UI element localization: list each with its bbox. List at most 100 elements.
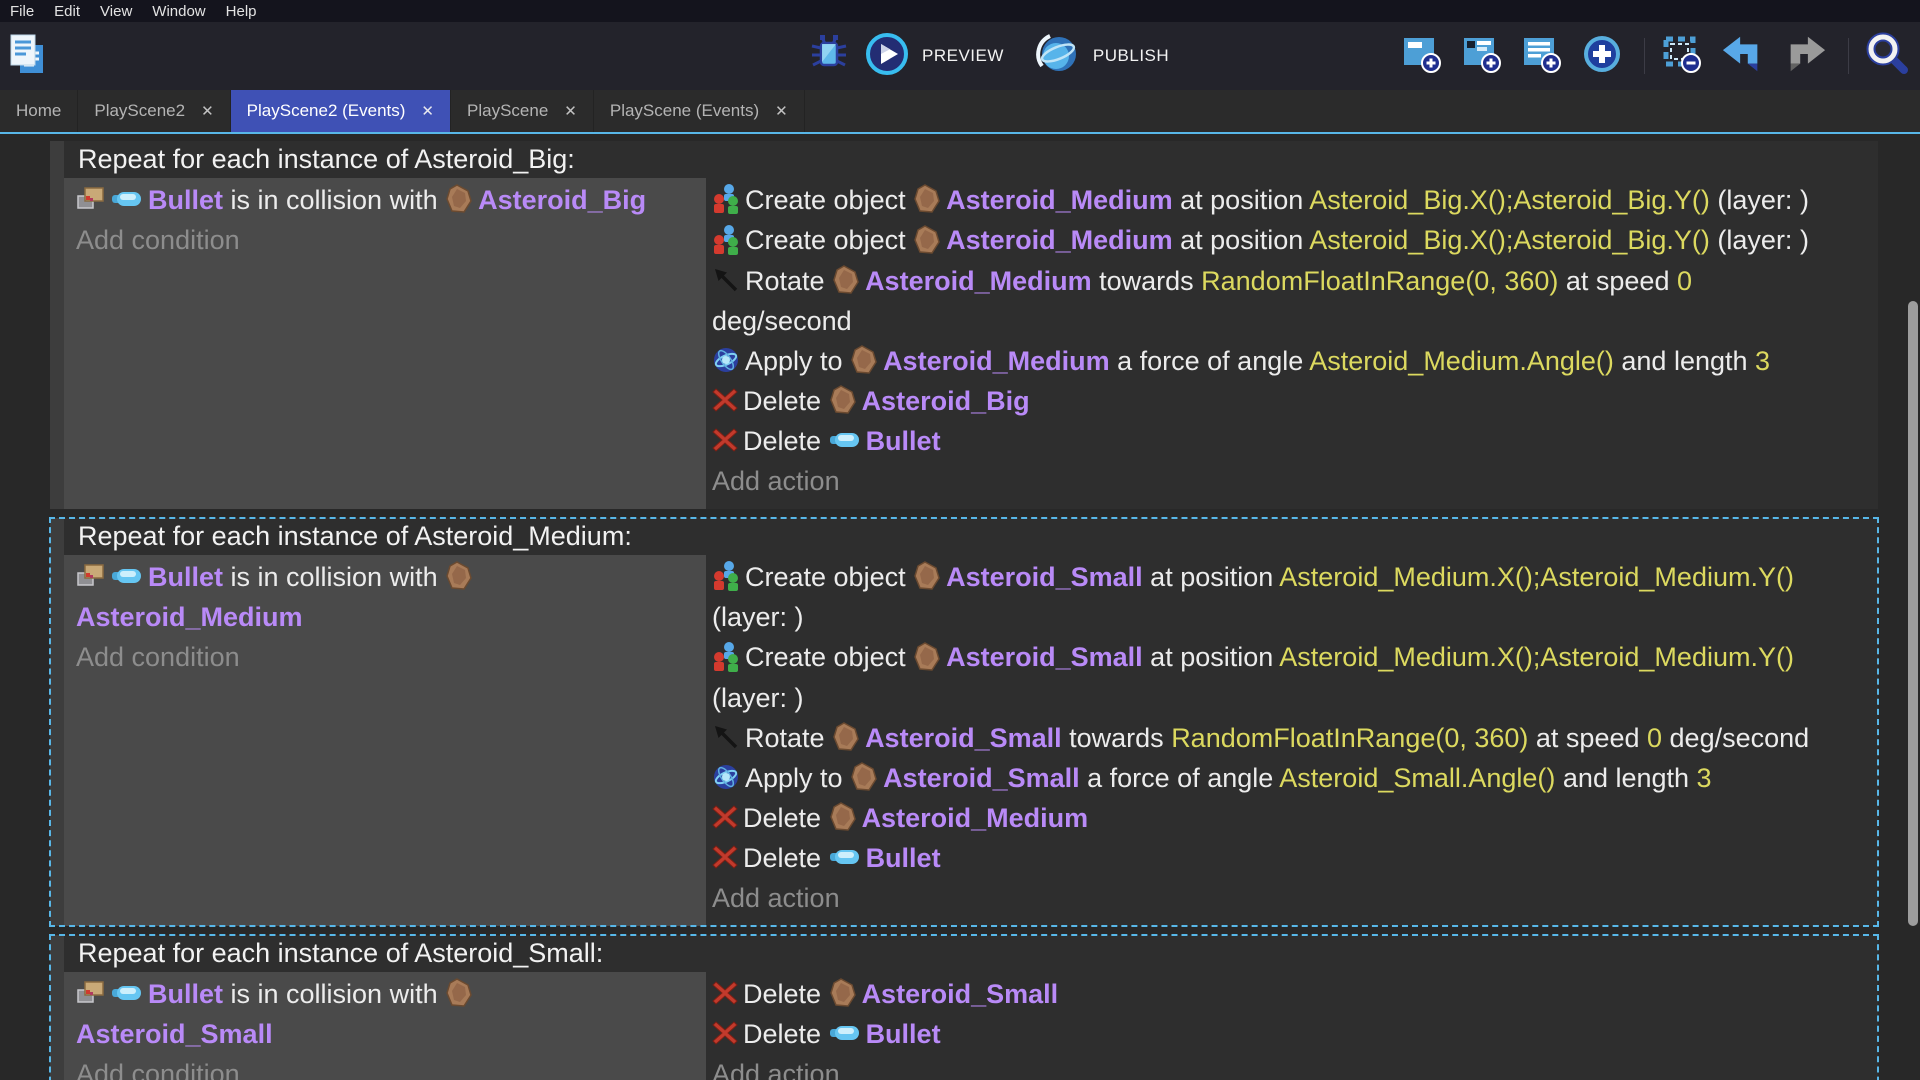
- action-row[interactable]: Delete Asteroid_Medium: [712, 798, 1870, 838]
- event-body: Bullet is in collision with Asteroid_Sma…: [64, 972, 1878, 1080]
- add-action-button[interactable]: Add action: [712, 878, 1870, 918]
- add-subevent-icon: [1461, 33, 1503, 75]
- expression: 0: [1647, 723, 1662, 753]
- add-condition-button[interactable]: Add condition: [76, 637, 696, 677]
- undo-button[interactable]: [1721, 34, 1770, 79]
- event-drag-handle[interactable]: [50, 141, 64, 509]
- project-manager-button[interactable]: [8, 33, 51, 80]
- action-row[interactable]: Apply to Asteroid_Medium a force of angl…: [712, 341, 1870, 381]
- instruction-text: Delete: [743, 386, 829, 416]
- tab-playscene2-events[interactable]: PlayScene2 (Events)✕: [231, 90, 451, 132]
- asteroid-sprite: [850, 345, 878, 375]
- close-icon[interactable]: ✕: [775, 102, 788, 120]
- object-name: Bullet: [148, 562, 223, 592]
- condition-row[interactable]: Asteroid_Medium: [76, 597, 696, 637]
- publish-label: PUBLISH: [1093, 46, 1169, 66]
- object-name: Bullet: [866, 426, 941, 456]
- instruction-text: is in collision with: [223, 979, 445, 1009]
- instruction-text: is in collision with: [223, 562, 445, 592]
- event-header[interactable]: Repeat for each instance of Asteroid_Big…: [64, 141, 1878, 178]
- action-row[interactable]: (layer: ): [712, 678, 1870, 718]
- remove-selection-button[interactable]: [1661, 33, 1708, 80]
- expression: 3: [1697, 763, 1712, 793]
- menu-item-file[interactable]: File: [0, 3, 44, 20]
- instruction-text: at position: [1173, 185, 1310, 215]
- instruction-text: Create object: [745, 185, 913, 215]
- add-action-button[interactable]: Add action: [712, 461, 1870, 501]
- action-row[interactable]: Delete Bullet: [712, 421, 1870, 461]
- action-row[interactable]: Delete Asteroid_Big: [712, 381, 1870, 421]
- redo-button[interactable]: [1783, 34, 1832, 79]
- debug-button[interactable]: [808, 34, 855, 79]
- menu-item-window[interactable]: Window: [142, 3, 215, 20]
- object-name: Asteroid_Medium: [946, 225, 1173, 255]
- tab-label: PlayScene2: [94, 101, 185, 121]
- delete-icon: [712, 387, 738, 413]
- add-event-icon: [1401, 33, 1443, 75]
- collision-icon: [76, 563, 106, 589]
- add-subevent-button[interactable]: [1461, 33, 1508, 80]
- menu-item-view[interactable]: View: [90, 3, 142, 20]
- tab-playscene-events[interactable]: PlayScene (Events)✕: [594, 90, 805, 132]
- add-action-button[interactable]: Add action: [712, 1054, 1870, 1080]
- instruction-text: deg/second: [712, 306, 852, 336]
- add-condition-button[interactable]: Add condition: [76, 1054, 696, 1080]
- action-row[interactable]: Create object Asteroid_Small at position…: [712, 557, 1870, 597]
- condition-row[interactable]: Asteroid_Small: [76, 1014, 696, 1054]
- action-row[interactable]: Delete Asteroid_Small: [712, 974, 1870, 1014]
- add-condition-button[interactable]: Add condition: [76, 220, 696, 260]
- action-row[interactable]: deg/second: [712, 301, 1870, 341]
- action-row[interactable]: (layer: ): [712, 597, 1870, 637]
- tab-home[interactable]: Home: [0, 90, 78, 132]
- close-icon[interactable]: ✕: [201, 102, 214, 120]
- event-drag-handle[interactable]: [50, 518, 64, 926]
- event-header[interactable]: Repeat for each instance of Asteroid_Med…: [64, 518, 1878, 555]
- bullet-sprite: [111, 984, 143, 1002]
- tab-playscene[interactable]: PlayScene✕: [451, 90, 594, 132]
- event-body: Bullet is in collision with Asteroid_Med…: [64, 555, 1878, 926]
- action-row[interactable]: Delete Bullet: [712, 1014, 1870, 1054]
- add-circle-button[interactable]: [1581, 33, 1628, 80]
- search-button[interactable]: [1865, 32, 1914, 81]
- menu-item-help[interactable]: Help: [216, 3, 267, 20]
- events-sheet: Repeat for each instance of Asteroid_Big…: [0, 134, 1920, 1080]
- instruction-text: (layer: ): [1710, 225, 1809, 255]
- event-header[interactable]: Repeat for each instance of Asteroid_Sma…: [64, 935, 1878, 972]
- close-icon[interactable]: ✕: [421, 102, 434, 120]
- event-drag-handle[interactable]: [50, 935, 64, 1080]
- tab-playscene2[interactable]: PlayScene2 ✕: [78, 90, 230, 132]
- action-row[interactable]: Create object Asteroid_Small at position…: [712, 637, 1870, 677]
- action-row[interactable]: Create object Asteroid_Medium at positio…: [712, 220, 1870, 260]
- action-row[interactable]: Delete Bullet: [712, 838, 1870, 878]
- asteroid-sprite: [445, 184, 473, 214]
- preview-button[interactable]: PREVIEW: [865, 32, 1004, 81]
- expression: Asteroid_Medium.Angle(): [1309, 346, 1614, 376]
- instruction-text: towards: [1092, 266, 1202, 296]
- action-row[interactable]: Rotate Asteroid_Small towards RandomFloa…: [712, 718, 1870, 758]
- asteroid-sprite: [913, 225, 941, 255]
- preview-label: PREVIEW: [922, 46, 1004, 66]
- add-comment-button[interactable]: [1521, 33, 1568, 80]
- delete-icon: [712, 844, 738, 870]
- publish-button[interactable]: PUBLISH: [1036, 32, 1169, 81]
- actions-panel: Create object Asteroid_Small at position…: [706, 555, 1878, 926]
- action-row[interactable]: Create object Asteroid_Medium at positio…: [712, 180, 1870, 220]
- actions-panel: Create object Asteroid_Medium at positio…: [706, 178, 1878, 509]
- add-comment-icon: [1521, 33, 1563, 75]
- bullet-sprite: [829, 431, 861, 449]
- instruction-text: is in collision with: [223, 185, 445, 215]
- rotate-icon: [712, 266, 740, 294]
- action-row[interactable]: Apply to Asteroid_Small a force of angle…: [712, 758, 1870, 798]
- add-event-button[interactable]: [1401, 33, 1448, 80]
- instruction-text: Create object: [745, 642, 913, 672]
- vertical-scrollbar[interactable]: [1908, 301, 1918, 926]
- close-icon[interactable]: ✕: [564, 102, 577, 120]
- condition-row[interactable]: Bullet is in collision with Asteroid_Big: [76, 180, 696, 220]
- condition-row[interactable]: Bullet is in collision with: [76, 974, 696, 1014]
- menu-item-edit[interactable]: Edit: [44, 3, 90, 20]
- condition-row[interactable]: Bullet is in collision with: [76, 557, 696, 597]
- remove-selection-icon: [1661, 33, 1703, 75]
- preview-play-icon: [865, 32, 914, 81]
- instruction-text: at position: [1143, 642, 1280, 672]
- action-row[interactable]: Rotate Asteroid_Medium towards RandomFlo…: [712, 261, 1870, 301]
